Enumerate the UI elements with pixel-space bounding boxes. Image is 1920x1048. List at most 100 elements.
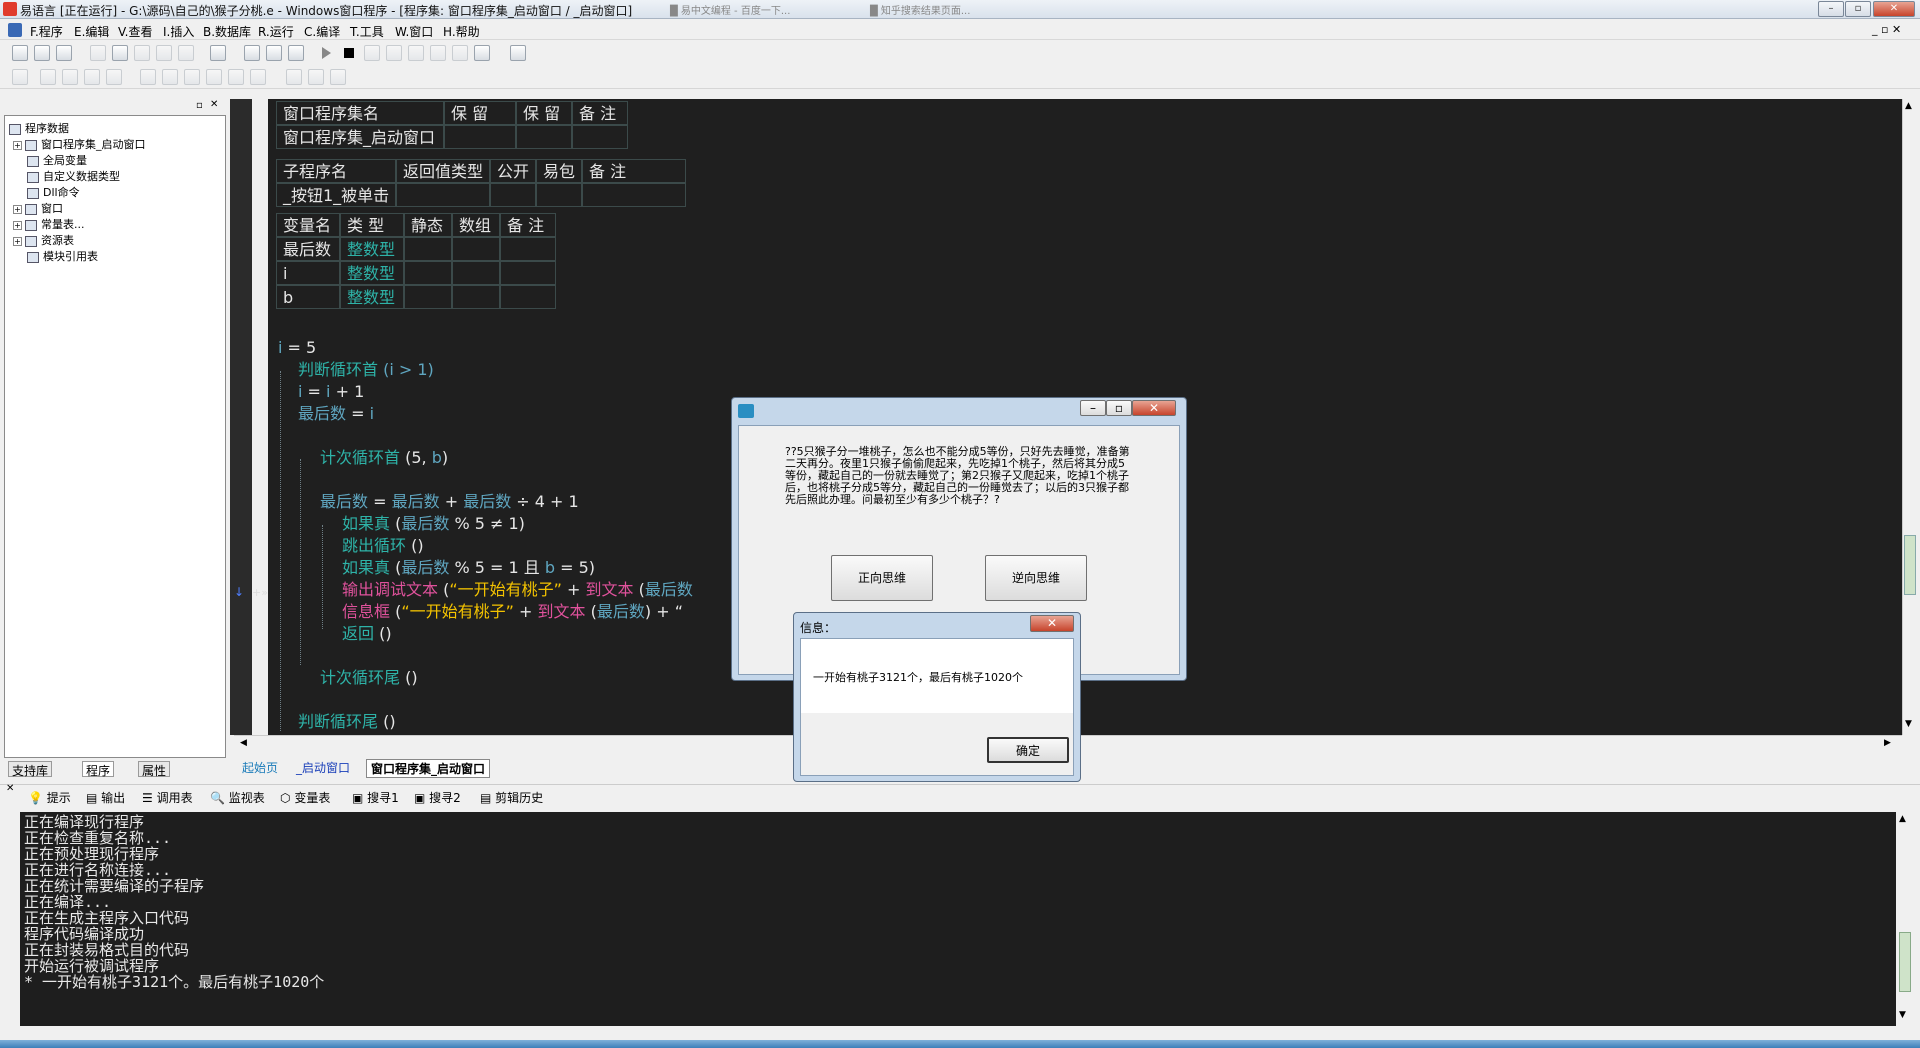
same-size-icon[interactable] <box>184 69 200 85</box>
expand-icon[interactable]: + <box>13 204 22 214</box>
output-console[interactable]: 正在编译现行程序 正在检查重复名称... 正在预处理现行程序 正在进行名称连接.… <box>20 812 1896 1026</box>
output-scrollbar[interactable]: ▲ ▼ <box>1896 812 1914 1026</box>
minimize-icon[interactable]: – <box>1818 1 1844 17</box>
tree-item-assembly[interactable]: + 窗口程序集_启动窗口 <box>13 137 146 153</box>
scroll-left-icon[interactable]: ◀ <box>240 738 247 748</box>
paste-icon[interactable] <box>134 45 150 61</box>
code-line[interactable]: 判断循环尾 () <box>298 711 396 733</box>
expand-icon[interactable]: + <box>13 220 22 230</box>
scroll-up-icon[interactable]: ▲ <box>1899 814 1906 824</box>
menu-run[interactable]: R.运行 <box>258 23 294 40</box>
center-window-icon[interactable] <box>330 69 346 85</box>
code-line[interactable]: 计次循环首 (5, b) <box>320 447 448 469</box>
expand-icon[interactable]: + <box>13 236 22 246</box>
menu-window[interactable]: W.窗口 <box>395 23 433 40</box>
os-taskbar[interactable] <box>0 1040 1920 1048</box>
reverse-thinking-button[interactable]: 逆向思维 <box>985 555 1087 601</box>
tab-search2[interactable]: ▣ 搜寻2 <box>414 789 461 806</box>
layout-3-icon[interactable] <box>288 45 304 61</box>
code-line[interactable]: 计次循环尾 () <box>320 667 418 689</box>
code-line[interactable]: 如果真 (最后数 % 5 ≠ 1) <box>342 513 525 535</box>
save-icon[interactable] <box>56 45 72 61</box>
code-line[interactable]: i = i + 1 <box>298 381 364 403</box>
scroll-up-icon[interactable]: ▲ <box>1905 101 1912 111</box>
ok-button[interactable]: 确定 <box>987 737 1069 763</box>
maximize-icon[interactable]: ▫ <box>1845 1 1871 17</box>
menu-view[interactable]: V.查看 <box>118 23 152 40</box>
find-icon[interactable] <box>210 45 226 61</box>
tab-assembly[interactable]: 窗口程序集_启动窗口 <box>366 759 491 778</box>
tree-item-types[interactable]: 自定义数据类型 <box>27 169 120 185</box>
redo-icon[interactable] <box>156 45 172 61</box>
code-line[interactable]: 最后数 = i <box>298 403 374 425</box>
panel-close-icon[interactable]: ✕ <box>210 99 218 110</box>
scroll-right-icon[interactable]: ▶ <box>1884 738 1891 748</box>
breakpoint-icon[interactable] <box>452 45 468 61</box>
tree-root[interactable]: 程序数据 <box>9 121 69 137</box>
mdi-controls[interactable]: _ ▫ ✕ <box>1872 23 1901 36</box>
step-into-icon[interactable] <box>386 45 402 61</box>
undo-icon[interactable] <box>178 45 194 61</box>
code-line[interactable]: i = 5 <box>278 337 316 359</box>
copy-icon[interactable] <box>112 45 128 61</box>
code-line[interactable]: 跳出循环 () <box>342 535 424 557</box>
tab-watch[interactable]: 🔍 监视表 <box>210 789 265 806</box>
step-out-icon[interactable] <box>408 45 424 61</box>
menu-compile[interactable]: C.编译 <box>304 23 340 40</box>
layout-2-icon[interactable] <box>266 45 282 61</box>
tab-support-library[interactable]: 支持库 <box>8 761 53 778</box>
compile-icon[interactable] <box>510 45 526 61</box>
maximize-icon[interactable]: ▫ <box>1106 400 1132 416</box>
close-icon[interactable]: ✕ <box>1132 400 1176 416</box>
step-over-icon[interactable] <box>430 45 446 61</box>
assembly-row[interactable]: 窗口程序集_启动窗口 <box>276 125 628 149</box>
editor-vertical-scrollbar[interactable]: ▲ ▼ <box>1902 99 1918 735</box>
menu-help[interactable]: H.帮助 <box>443 23 480 40</box>
menu-database[interactable]: B.数据库 <box>203 23 251 40</box>
forward-thinking-button[interactable]: 正向思维 <box>831 555 933 601</box>
tree-item-resources[interactable]: + 资源表 <box>13 233 74 249</box>
center-window-v-icon[interactable] <box>308 69 324 85</box>
step-icon[interactable] <box>364 45 380 61</box>
cut-icon[interactable] <box>90 45 106 61</box>
code-line[interactable]: 信息框 (“一开始有桃子” + 到文本 (最后数) + “ <box>342 601 683 623</box>
tree-item-constants[interactable]: + 常量表... <box>13 217 85 233</box>
table-row[interactable]: b 整数型 <box>276 285 556 309</box>
layout-1-icon[interactable] <box>244 45 260 61</box>
code-line[interactable]: 输出调试文本 (“一开始有桃子” + 到文本 (最后数 <box>342 579 693 601</box>
tab-output[interactable]: ▤ 输出 <box>86 789 125 806</box>
menu-insert[interactable]: I.插入 <box>163 23 194 40</box>
align-left-icon[interactable] <box>40 69 56 85</box>
scroll-down-icon[interactable]: ▼ <box>1899 1010 1906 1020</box>
open-file-icon[interactable] <box>34 45 50 61</box>
tab-start-page[interactable]: 起始页 <box>242 759 278 776</box>
align-top-icon[interactable] <box>84 69 100 85</box>
scroll-down-icon[interactable]: ▼ <box>1905 719 1912 729</box>
tree-item-modules[interactable]: 模块引用表 <box>27 249 98 265</box>
scroll-thumb[interactable] <box>1899 932 1911 992</box>
align-bottom-icon[interactable] <box>106 69 122 85</box>
tab-call-stack[interactable]: ☰ 调用表 <box>142 789 193 806</box>
sub-row[interactable]: _按钮1_被单击 <box>276 183 686 207</box>
menu-program[interactable]: F.程序 <box>30 23 63 40</box>
close-icon[interactable]: ✕ <box>1030 615 1074 632</box>
tab-variables[interactable]: ⬡ 变量表 <box>280 789 330 806</box>
center-window-h-icon[interactable] <box>286 69 302 85</box>
code-line[interactable]: 返回 () <box>342 623 392 645</box>
new-file-icon[interactable] <box>12 45 28 61</box>
menu-tools[interactable]: T.工具 <box>350 23 384 40</box>
code-line[interactable]: 如果真 (最后数 % 5 = 1 且 b = 5) <box>342 557 595 579</box>
table-row[interactable]: i 整数型 <box>276 261 556 285</box>
tab-hint[interactable]: 💡 提示 <box>28 789 71 806</box>
tab-start-window[interactable]: _启动窗口 <box>296 759 350 776</box>
panel-close-icon[interactable]: ✕ <box>6 783 14 794</box>
tree-item-dll[interactable]: Dll命令 <box>27 185 80 201</box>
app-menu-icon[interactable] <box>8 23 22 37</box>
tree-item-globals[interactable]: 全局变量 <box>27 153 87 169</box>
code-line[interactable]: 最后数 = 最后数 + 最后数 ÷ 4 + 1 <box>320 491 579 513</box>
space-v-icon[interactable] <box>228 69 244 85</box>
align-grid-icon[interactable] <box>12 69 28 85</box>
hand-icon[interactable] <box>474 45 490 61</box>
expand-icon[interactable]: + <box>13 140 22 150</box>
close-icon[interactable]: ✕ <box>1873 1 1915 17</box>
